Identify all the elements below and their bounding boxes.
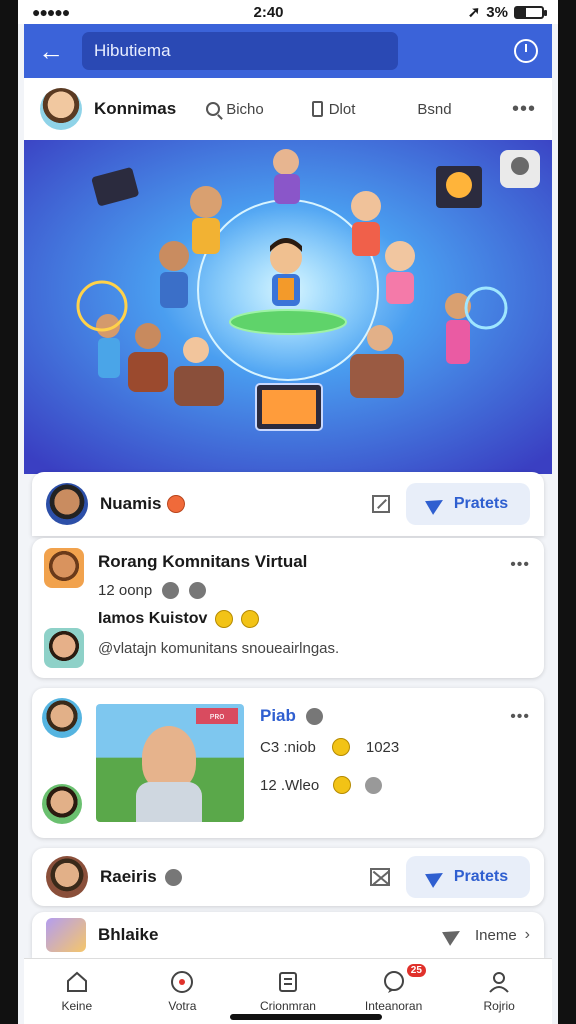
battery-percent: 3% bbox=[486, 3, 508, 21]
community-name[interactable]: Konnimas bbox=[94, 99, 176, 119]
status-bar: ●●●●● 2:40 ➚ 3% bbox=[18, 0, 558, 24]
post-card-1[interactable]: Nuamis Pratets bbox=[32, 472, 544, 536]
stat-label-2: 12 .Wleo bbox=[260, 776, 320, 794]
app-header: ← Hibutiema bbox=[24, 24, 552, 78]
home-indicator bbox=[230, 1014, 382, 1020]
sign-board: ᴘʀᴏ bbox=[196, 708, 238, 724]
globe-icon bbox=[162, 582, 180, 599]
document-icon bbox=[275, 969, 301, 995]
post-caption: @vlatajn komunitans snoueairlngas. bbox=[98, 640, 340, 657]
author-avatar[interactable] bbox=[46, 483, 88, 525]
chevron-right-icon[interactable]: › bbox=[525, 926, 530, 944]
document-icon bbox=[311, 101, 323, 117]
send-icon bbox=[424, 866, 447, 888]
battery-icon bbox=[513, 5, 547, 19]
post-card-2[interactable]: Rorang Komnitans Virtual ••• 12 oonp Iam… bbox=[32, 538, 544, 678]
clock-icon[interactable] bbox=[514, 39, 538, 63]
emoji-icon bbox=[215, 610, 234, 628]
status-time: 2:40 bbox=[253, 3, 284, 21]
profile-icon bbox=[486, 969, 512, 995]
post-link[interactable]: Ineme bbox=[475, 927, 517, 944]
post-name: Piab bbox=[260, 706, 296, 725]
author-name[interactable]: Nuamis bbox=[100, 494, 161, 514]
search-icon bbox=[206, 102, 221, 116]
author-avatar[interactable] bbox=[42, 698, 82, 738]
emoji-icon bbox=[241, 610, 260, 628]
author-name[interactable]: Raeiris bbox=[100, 867, 157, 887]
chat-icon bbox=[381, 969, 407, 995]
post-subtitle: Iamos Kuistov bbox=[98, 610, 208, 627]
author-avatar[interactable] bbox=[46, 856, 88, 898]
more-options-icon[interactable]: ••• bbox=[512, 98, 536, 121]
hero-image bbox=[24, 140, 552, 474]
signal-icon: ●●●●● bbox=[32, 4, 70, 20]
post-card-4[interactable]: Raeiris Pratets bbox=[32, 848, 544, 906]
post-card-3[interactable]: ᴘʀᴏ Piab ••• C3 :niob 1023 12 .Wleo bbox=[32, 688, 544, 838]
more-options-icon[interactable]: ••• bbox=[510, 708, 530, 726]
author-avatar[interactable] bbox=[44, 548, 84, 588]
stat-value-1: 1023 bbox=[365, 738, 400, 756]
phone-screen: ●●●●● 2:40 ➚ 3% ← Hibutiema Konnimas Bic… bbox=[18, 0, 558, 1024]
share-button[interactable]: Pratets bbox=[406, 483, 530, 525]
globe-icon bbox=[305, 707, 323, 725]
group-icon bbox=[189, 582, 207, 599]
post-title[interactable]: Bhlaike bbox=[98, 925, 158, 945]
hero-illustration bbox=[24, 140, 552, 474]
post-count: 12 oonp bbox=[98, 582, 153, 599]
more-options-icon[interactable]: ••• bbox=[510, 556, 530, 574]
back-arrow-icon[interactable]: ← bbox=[38, 36, 64, 67]
tool-search[interactable]: Bicho bbox=[206, 101, 264, 118]
reaction-emoji-icon bbox=[167, 495, 186, 513]
bookmark-icon[interactable] bbox=[372, 495, 390, 513]
send-icon bbox=[442, 924, 464, 946]
home-icon bbox=[64, 969, 90, 995]
mail-icon[interactable] bbox=[370, 868, 390, 886]
tool-send[interactable]: Bsnd bbox=[417, 101, 451, 118]
notification-badge: 25 bbox=[406, 964, 426, 977]
send-icon bbox=[424, 493, 447, 515]
commenter-avatar[interactable] bbox=[42, 784, 82, 824]
location-icon: ➚ bbox=[467, 4, 481, 21]
post-thumbnail-icon bbox=[46, 918, 86, 952]
nav-explore[interactable]: Votra bbox=[130, 959, 236, 1024]
nav-home[interactable]: Keine bbox=[24, 959, 130, 1024]
post-title: Rorang Komnitans Virtual bbox=[98, 552, 308, 571]
emoji-icon bbox=[331, 738, 350, 756]
stat-label-1: C3 :niob bbox=[260, 738, 316, 756]
share-button[interactable]: Pratets bbox=[406, 856, 530, 898]
emoji-icon bbox=[333, 776, 352, 794]
search-input[interactable]: Hibutiema bbox=[82, 32, 398, 70]
globe-icon bbox=[164, 868, 182, 886]
post-card-5[interactable]: Bhlaike Ineme › bbox=[32, 912, 544, 958]
commenter-avatar[interactable] bbox=[44, 628, 84, 668]
tool-document[interactable]: Dlot bbox=[311, 101, 355, 118]
group-icon bbox=[365, 776, 383, 794]
compass-icon bbox=[169, 969, 195, 995]
community-bar: Konnimas Bicho Dlot Bsnd ••• bbox=[24, 78, 552, 140]
community-avatar[interactable] bbox=[40, 88, 82, 130]
post-thumbnail[interactable]: ᴘʀᴏ bbox=[96, 704, 244, 822]
nav-profile[interactable]: Rojrio bbox=[446, 959, 552, 1024]
